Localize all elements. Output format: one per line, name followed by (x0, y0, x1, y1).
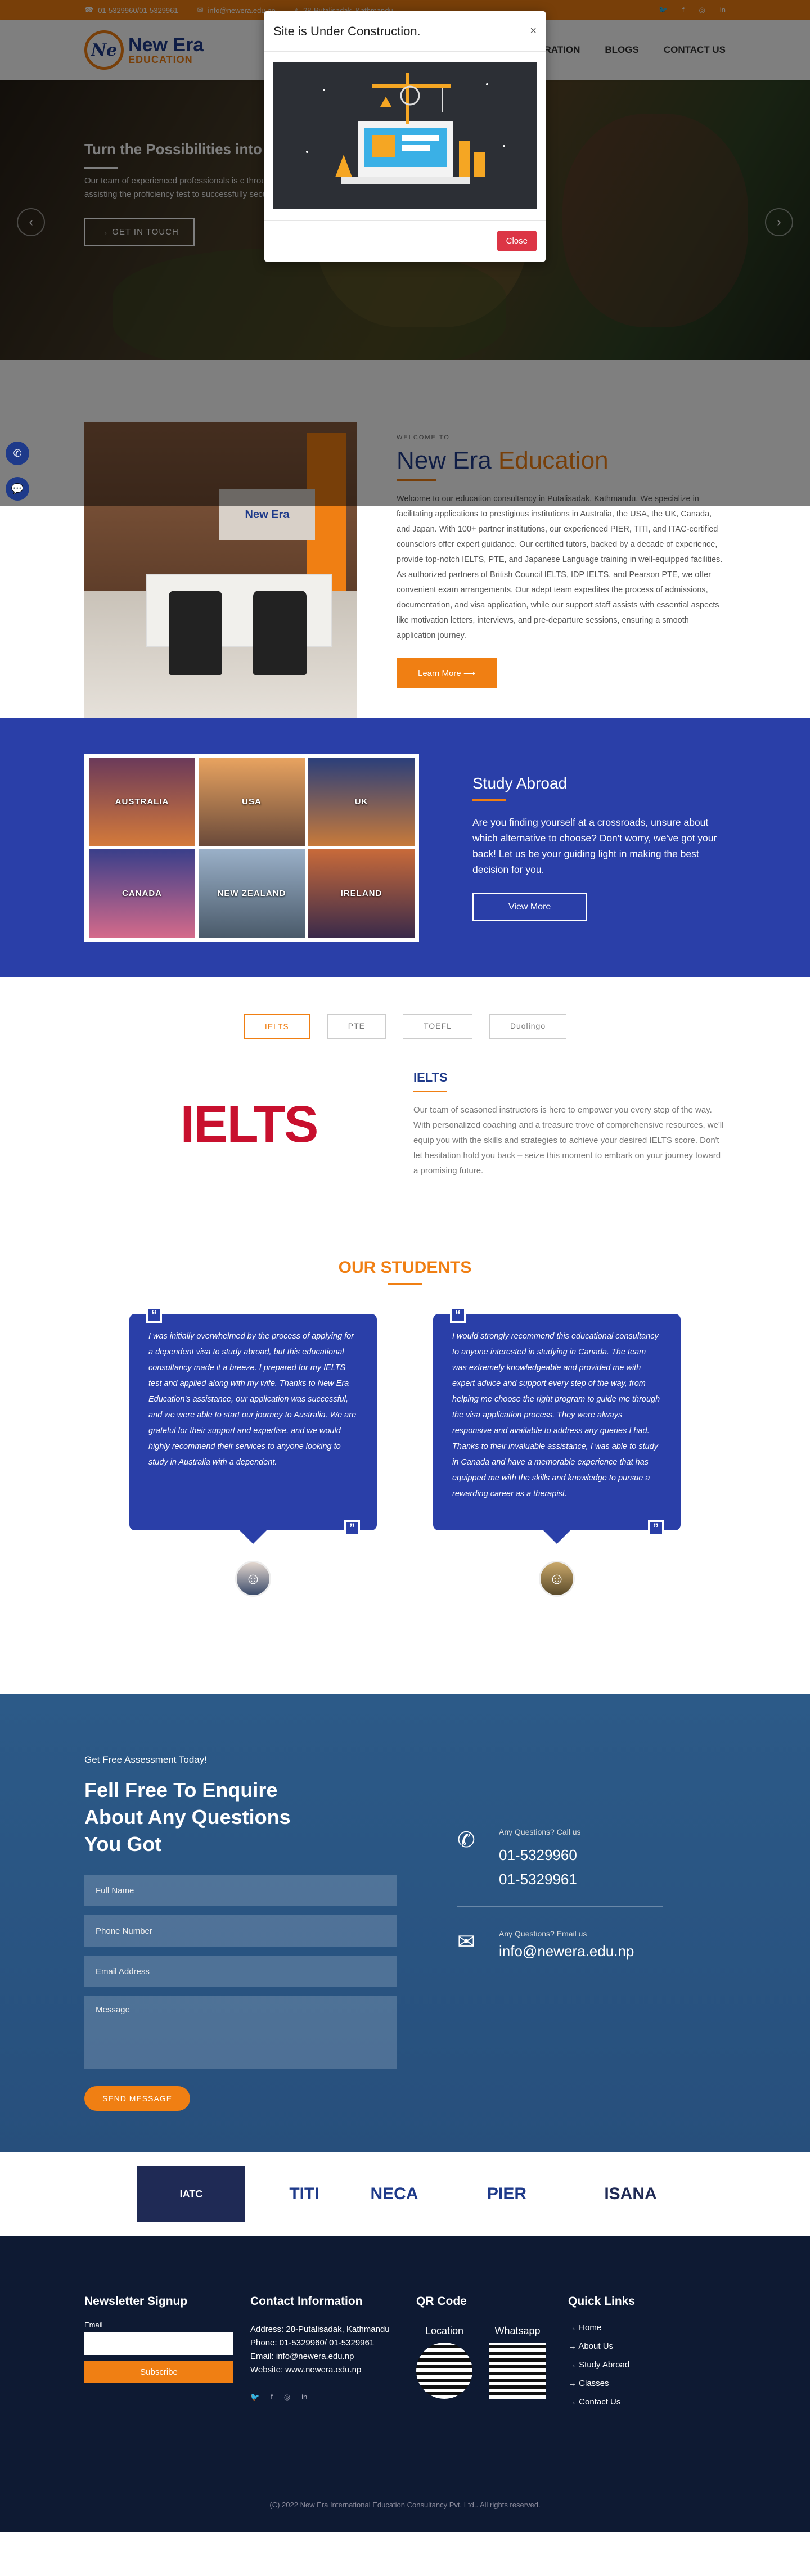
chat-float-icon[interactable]: 💬 (6, 477, 29, 501)
quick-link-study-abroad[interactable]: → Study Abroad (568, 2360, 726, 2370)
tab-duolingo[interactable]: Duolingo (489, 1014, 567, 1039)
footer-phone: Phone: 01-5329960/ 01-5329961 (250, 2338, 375, 2348)
avatar: ☺ (235, 1561, 271, 1597)
quick-link-contact[interactable]: → Contact Us (568, 2397, 726, 2407)
partner-logo-titi: TITI (289, 2185, 320, 2203)
partner-logo-iatc: IATC (137, 2166, 245, 2222)
footer-website[interactable]: Website: www.newera.edu.np (250, 2363, 416, 2377)
instagram-icon[interactable]: ◎ (284, 2393, 290, 2402)
construction-illustration (273, 62, 537, 209)
facebook-icon[interactable]: f (271, 2393, 273, 2402)
modal-close-button[interactable]: Close (497, 231, 537, 251)
country-card-canada[interactable]: CANADA (89, 849, 195, 938)
whatsapp-qr-code[interactable] (489, 2343, 546, 2399)
study-body: Are you finding yourself at a crossroads… (472, 816, 717, 875)
modal-title: Site is Under Construction. (273, 24, 421, 38)
quick-links: → Home → About Us → Study Abroad → Class… (568, 2323, 726, 2407)
quote-close-icon: ” (648, 1520, 664, 1536)
tab-ielts[interactable]: IELTS (243, 1014, 310, 1039)
partners-strip: IATC TITI NECA PIER ISANA (0, 2152, 810, 2236)
test-prep-tabs-section: IELTS PTE TOEFL Duolingo IELTS IELTS Our… (0, 977, 810, 1258)
welcome-body: Welcome to our education consultancy in … (397, 494, 723, 640)
email-us-block: ✉ Any Questions? Email us info@newera.ed… (457, 1929, 634, 1960)
contact-info-title: Contact Information (250, 2295, 363, 2308)
footer-email[interactable]: Email: info@newera.edu.np (250, 2350, 416, 2363)
tab-panel-body: Our team of seasoned instructors is here… (413, 1105, 724, 1176)
country-card-uk[interactable]: UK (308, 758, 415, 846)
enquiry-eyebrow: Get Free Assessment Today! (84, 1754, 207, 1765)
footer-social: 🐦 f ◎ in (250, 2393, 416, 2402)
copyright: (C) 2022 New Era International Education… (269, 2501, 541, 2509)
study-abroad-section: AUSTRALIA USA UK CANADA NEW ZEALAND IREL… (0, 718, 810, 977)
email-address-input[interactable] (84, 1956, 397, 1987)
subscribe-button[interactable]: Subscribe (84, 2361, 233, 2383)
testimonial-card: “ I was initially overwhelmed by the pro… (129, 1307, 377, 1597)
quick-links-title: Quick Links (568, 2295, 636, 2308)
contact-phone-1[interactable]: 01-5329960 (499, 1847, 581, 1864)
country-card-ireland[interactable]: IRELAND (308, 849, 415, 938)
ielts-logo: IELTS (180, 1095, 319, 1153)
enquiry-form: SEND MESSAGE (84, 1875, 397, 2111)
country-card-new-zealand[interactable]: NEW ZEALAND (199, 849, 305, 938)
quick-link-home[interactable]: → Home (568, 2323, 726, 2332)
country-card-usa[interactable]: USA (199, 758, 305, 846)
call-us-block: ✆ Any Questions? Call us 01-5329960 01-5… (457, 1827, 581, 1888)
view-more-button[interactable]: View More (472, 893, 587, 921)
message-textarea[interactable] (84, 1996, 397, 2069)
location-qr-code[interactable] (416, 2343, 472, 2399)
quick-link-about[interactable]: → About Us (568, 2341, 726, 2351)
newsletter-title: Newsletter Signup (84, 2295, 188, 2308)
under-construction-modal: Site is Under Construction. × Close (264, 11, 546, 262)
quote-open-icon: “ (146, 1307, 162, 1323)
contact-email[interactable]: info@newera.edu.np (499, 1943, 634, 1960)
arrow-right-icon: ⟶ (463, 669, 476, 678)
partner-logo-neca: NECA (370, 2185, 418, 2203)
site-footer: Newsletter Signup Email Subscribe Contac… (0, 2236, 810, 2532)
partner-logo-pier: PIER (487, 2185, 527, 2203)
partner-logo-isana: ISANA (604, 2185, 657, 2203)
newsletter-email-input[interactable] (84, 2332, 233, 2355)
testimonial-text: I was initially overwhelmed by the proce… (148, 1332, 357, 1467)
country-card-australia[interactable]: AUSTRALIA (89, 758, 195, 846)
quick-link-classes[interactable]: → Classes (568, 2379, 726, 2388)
tab-toefl[interactable]: TOEFL (402, 1014, 472, 1039)
students-section: OUR STUDENTS “ I was initially overwhelm… (0, 1258, 810, 1663)
students-title: OUR STUDENTS (338, 1258, 472, 1277)
country-grid: AUSTRALIA USA UK CANADA NEW ZEALAND IREL… (84, 753, 419, 942)
enquiry-section: Get Free Assessment Today! Fell Free To … (0, 1694, 810, 2152)
envelope-icon: ✉ (457, 1930, 475, 1954)
enquiry-title: Fell Free To Enquire About Any Questions… (84, 1778, 291, 1856)
study-title: Study Abroad (472, 774, 568, 792)
linkedin-icon[interactable]: in (302, 2393, 307, 2402)
tab-pte[interactable]: PTE (327, 1014, 386, 1039)
quote-close-icon: ” (344, 1520, 360, 1536)
quote-open-icon: “ (450, 1307, 466, 1323)
learn-more-button[interactable]: Learn More ⟶ (397, 658, 497, 688)
phone-number-input[interactable] (84, 1915, 397, 1947)
footer-address: Address: 28-Putalisadak, Kathmandu (250, 2325, 390, 2334)
qr-title: QR Code (416, 2295, 467, 2308)
contact-phone-2[interactable]: 01-5329961 (499, 1871, 581, 1888)
close-icon[interactable]: × (530, 25, 537, 38)
send-message-button[interactable]: SEND MESSAGE (84, 2086, 191, 2111)
avatar: ☺ (539, 1561, 575, 1597)
testimonial-text: I would strongly recommend this educatio… (452, 1332, 660, 1498)
phone-call-icon: ✆ (457, 1829, 475, 1852)
full-name-input[interactable] (84, 1875, 397, 1906)
tab-panel-title: IELTS (413, 1070, 448, 1084)
test-tabs: IELTS PTE TOEFL Duolingo (84, 977, 726, 1039)
twitter-icon[interactable]: 🐦 (250, 2393, 259, 2402)
call-float-icon[interactable]: ✆ (6, 442, 29, 465)
testimonial-card: “ I would strongly recommend this educat… (433, 1307, 681, 1597)
